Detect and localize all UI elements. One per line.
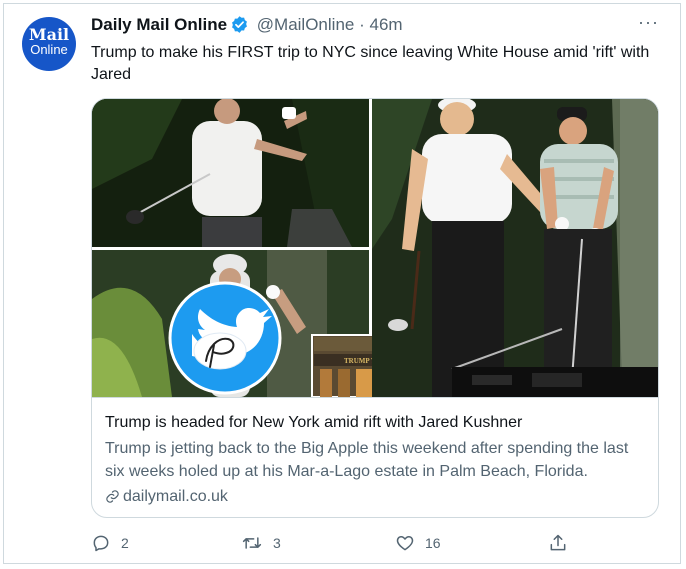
reply-count: 2 [121, 535, 129, 551]
link-card[interactable]: TRUMP TOWER Trump is headed for New York… [91, 98, 659, 518]
like-button[interactable]: 16 [395, 533, 441, 553]
avatar-logo-line2: Online [30, 42, 68, 57]
card-domain-text: dailymail.co.uk [123, 488, 228, 505]
card-title: Trump is headed for New York amid rift w… [105, 414, 523, 431]
share-icon [550, 534, 566, 551]
tweet-actions: 2 3 16 [91, 533, 659, 557]
like-count: 16 [425, 535, 441, 551]
tweet-header: Daily Mail Online @MailOnline · 46m [91, 14, 403, 40]
avatar-logo-line1: Mail [28, 25, 70, 44]
retweet-icon [242, 537, 262, 549]
retweet-count: 3 [273, 535, 281, 551]
retweet-button[interactable]: 3 [241, 533, 281, 553]
author-handle[interactable]: @MailOnline [257, 15, 355, 34]
more-options-icon[interactable]: ··· [638, 12, 659, 33]
avatar[interactable]: Mail Online [22, 17, 76, 71]
author-name[interactable]: Daily Mail Online [91, 15, 227, 34]
link-icon [106, 490, 119, 503]
card-description: Trump is jetting back to the Big Apple t… [105, 440, 629, 480]
reply-icon [93, 535, 109, 552]
verified-badge-icon [230, 15, 249, 40]
tweet-timestamp[interactable]: 46m [370, 15, 403, 34]
share-button[interactable] [548, 533, 568, 553]
heart-icon [396, 536, 414, 551]
tweet-text: Trump to make his FIRST trip to NYC sinc… [91, 44, 650, 83]
card-body: Trump is headed for New York amid rift w… [92, 397, 658, 517]
card-image: TRUMP TOWER [92, 99, 658, 397]
card-domain: dailymail.co.uk [105, 486, 646, 508]
reply-button[interactable]: 2 [91, 533, 129, 553]
header-separator: · [359, 15, 365, 34]
